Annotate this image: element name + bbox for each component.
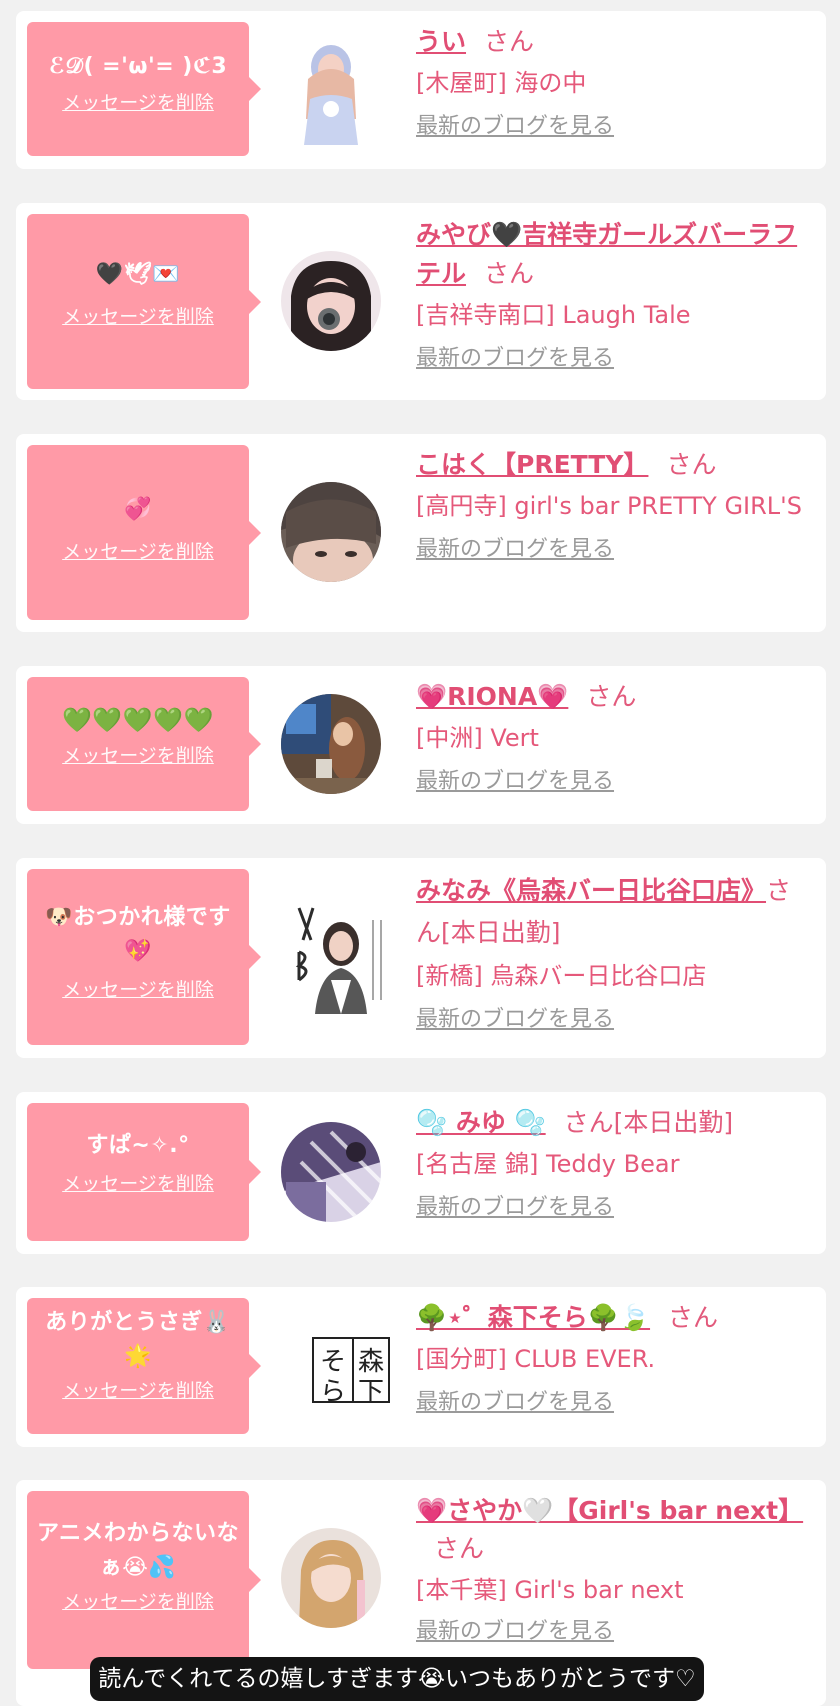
- delete-message-link[interactable]: メッセージを削除: [33, 539, 243, 565]
- avatar-photo: [281, 482, 381, 582]
- name-line: みやび🖤吉祥寺ガールズバーラフテル さん: [416, 215, 808, 293]
- name-line: 🌳⋆゜森下そら🌳🍃 さん: [416, 1299, 808, 1337]
- message-text: 🖤🕊💌: [95, 262, 181, 287]
- girl-info: 💗さやか🤍【Girl's bar next】さん [本千葉] Girl's ba…: [416, 1492, 808, 1647]
- message-bubble: ℰ𝒟( ='ω'= )ℭ3 メッセージを削除: [27, 22, 261, 156]
- avatar-photo: [281, 1528, 381, 1628]
- message-bubble: 💚💚💚💚💚 メッセージを削除: [27, 677, 261, 811]
- latest-blog-link[interactable]: 最新のブログを見る: [416, 1005, 614, 1035]
- shop-info: [名古屋 錦] Teddy Bear: [416, 1150, 680, 1178]
- girl-info: 💗RIONA💗 さん [中洲] Vert 最新のブログを見る: [416, 678, 808, 797]
- message-card: ありがとうさぎ🐰🌟 メッセージを削除 そ ら 森 下 🌳⋆゜森下そら🌳🍃 さん […: [16, 1287, 826, 1447]
- shop-info: [本千葉] Girl's bar next: [416, 1576, 684, 1604]
- latest-blog-link[interactable]: 最新のブログを見る: [416, 1193, 614, 1223]
- message-text: 💞: [124, 497, 152, 522]
- girl-info: みやび🖤吉祥寺ガールズバーラフテル さん [吉祥寺南口] Laugh Tale 最…: [416, 215, 808, 374]
- honorific: さん: [666, 450, 717, 479]
- message-text: 💚💚💚💚💚: [62, 706, 214, 734]
- honorific: さん[本日出勤]: [563, 1108, 734, 1137]
- latest-blog-link[interactable]: 最新のブログを見る: [416, 112, 614, 142]
- shop-info: [高円寺] girl's bar PRETTY GIRL'S: [416, 492, 803, 520]
- shop-info: [中洲] Vert: [416, 724, 539, 752]
- avatar[interactable]: [296, 39, 366, 149]
- message-card: 🐶おつかれ様です💖 メッセージを削除 みなみ《烏森バー日比谷口店》さん[本日出勤…: [16, 858, 826, 1058]
- message-card: すぱ~✧.° メッセージを削除 🫧 みゆ 🫧 さん[本日出勤] [名古屋 錦] T…: [16, 1092, 826, 1254]
- girl-info: みなみ《烏森バー日比谷口店》さん[本日出勤] [新橋] 烏森バー日比谷口店 最新…: [416, 870, 808, 1035]
- message-bubble: 🖤🕊💌 メッセージを削除: [27, 214, 261, 389]
- shop-info: [新橋] 烏森バー日比谷口店: [416, 962, 707, 990]
- name-line: 💗RIONA💗 さん: [416, 678, 808, 716]
- avatar-photo: [291, 900, 391, 1014]
- avatar-logo-divider: [352, 1339, 354, 1401]
- girl-name-link[interactable]: うい: [416, 27, 466, 56]
- message-text: ありがとうさぎ🐰🌟: [45, 1310, 231, 1369]
- message-bubble: ありがとうさぎ🐰🌟 メッセージを削除: [27, 1298, 261, 1434]
- avatar[interactable]: [291, 900, 391, 1014]
- honorific: さん: [668, 1303, 719, 1332]
- honorific: さん: [586, 682, 637, 711]
- name-line: 💗さやか🤍【Girl's bar next】さん: [416, 1492, 808, 1568]
- girl-name-link[interactable]: 🫧 みゆ 🫧: [416, 1108, 546, 1137]
- message-bubble: すぱ~✧.° メッセージを削除: [27, 1103, 261, 1241]
- delete-message-link[interactable]: メッセージを削除: [33, 90, 243, 116]
- shop-info: [国分町] CLUB EVER.: [416, 1345, 656, 1373]
- message-bubble: アニメわからないなぁ😭💦 メッセージを削除: [27, 1491, 261, 1669]
- message-card: 🖤🕊💌 メッセージを削除 みやび🖤吉祥寺ガールズバーラフテル さん [吉祥寺南口]…: [16, 203, 826, 400]
- name-line: こはく【PRETTY】 さん: [416, 446, 808, 484]
- delete-message-link[interactable]: メッセージを削除: [33, 743, 243, 769]
- girl-name-link[interactable]: 💗RIONA💗: [416, 682, 568, 711]
- name-line: 🫧 みゆ 🫧 さん[本日出勤]: [416, 1104, 808, 1142]
- avatar-logo-char: 下: [358, 1377, 385, 1407]
- girl-info: うい さん [木屋町] 海の中 最新のブログを見る: [416, 23, 808, 142]
- shop-info: [木屋町] 海の中: [416, 69, 587, 97]
- delete-message-link[interactable]: メッセージを削除: [33, 1171, 243, 1197]
- message-card: 💚💚💚💚💚 メッセージを削除 💗RIONA💗 さん [中洲] Vert 最新のブロ…: [16, 666, 826, 824]
- avatar[interactable]: [281, 482, 381, 582]
- name-line: うい さん: [416, 23, 808, 61]
- name-line: みなみ《烏森バー日比谷口店》さん[本日出勤]: [416, 870, 808, 954]
- latest-blog-link[interactable]: 最新のブログを見る: [416, 1617, 614, 1647]
- message-card: ℰ𝒟( ='ω'= )ℭ3 メッセージを削除 うい さん [木屋町] 海の中 最新…: [16, 11, 826, 169]
- delete-message-link[interactable]: メッセージを削除: [33, 977, 243, 1003]
- avatar-photo: [296, 39, 366, 149]
- latest-blog-link[interactable]: 最新のブログを見る: [416, 1388, 614, 1418]
- girl-info: こはく【PRETTY】 さん [高円寺] girl's bar PRETTY GI…: [416, 446, 808, 565]
- girl-name-link[interactable]: みなみ《烏森バー日比谷口店》: [416, 876, 766, 905]
- avatar-photo: [281, 251, 381, 351]
- honorific: さん: [434, 1534, 485, 1563]
- message-bubble: 💞 メッセージを削除: [27, 445, 261, 620]
- caption-overlay: 読んでくれてるの嬉しすぎます😭いつもありがとうです♡: [90, 1657, 704, 1701]
- avatar[interactable]: [281, 251, 381, 351]
- message-text: 🐶おつかれ様です💖: [45, 905, 231, 964]
- avatar-logo-char: ら: [320, 1377, 347, 1407]
- avatar[interactable]: [281, 1528, 381, 1628]
- avatar[interactable]: そ ら 森 下: [306, 1311, 396, 1421]
- girl-info: 🌳⋆゜森下そら🌳🍃 さん [国分町] CLUB EVER. 最新のブログを見る: [416, 1299, 808, 1418]
- girl-info: 🫧 みゆ 🫧 さん[本日出勤] [名古屋 錦] Teddy Bear 最新のブログ…: [416, 1104, 808, 1223]
- message-text: ℰ𝒟( ='ω'= )ℭ3: [48, 54, 228, 79]
- delete-message-link[interactable]: メッセージを削除: [33, 1589, 243, 1615]
- honorific: さん: [484, 259, 535, 288]
- latest-blog-link[interactable]: 最新のブログを見る: [416, 344, 614, 374]
- message-text: アニメわからないなぁ😭💦: [36, 1521, 240, 1580]
- avatar-photo: [281, 694, 381, 794]
- honorific: さん: [484, 27, 535, 56]
- delete-message-link[interactable]: メッセージを削除: [33, 304, 243, 330]
- latest-blog-link[interactable]: 最新のブログを見る: [416, 767, 614, 797]
- message-text: すぱ~✧.°: [86, 1133, 190, 1158]
- avatar-photo: [281, 1122, 381, 1222]
- latest-blog-link[interactable]: 最新のブログを見る: [416, 535, 614, 565]
- message-card: 💞 メッセージを削除 こはく【PRETTY】 さん [高円寺] girl's ba…: [16, 434, 826, 632]
- avatar[interactable]: [281, 1122, 381, 1222]
- girl-name-link[interactable]: こはく【PRETTY】: [416, 450, 648, 479]
- message-bubble: 🐶おつかれ様です💖 メッセージを削除: [27, 869, 261, 1045]
- girl-name-link[interactable]: 🌳⋆゜森下そら🌳🍃: [416, 1303, 650, 1332]
- shop-info: [吉祥寺南口] Laugh Tale: [416, 301, 691, 329]
- avatar-logo: そ ら 森 下: [312, 1337, 390, 1407]
- avatar[interactable]: [281, 694, 381, 794]
- delete-message-link[interactable]: メッセージを削除: [33, 1378, 243, 1404]
- girl-name-link[interactable]: 💗さやか🤍【Girl's bar next】: [416, 1496, 803, 1525]
- girl-name-link[interactable]: みやび🖤吉祥寺ガールズバーラフテル: [416, 220, 797, 288]
